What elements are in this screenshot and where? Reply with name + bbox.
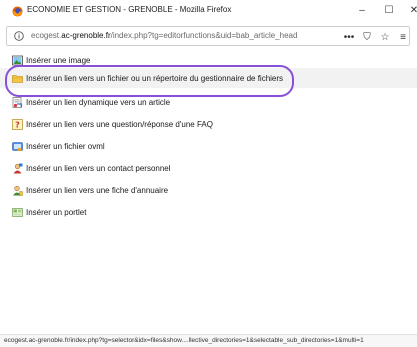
info-icon[interactable] bbox=[14, 31, 24, 41]
portlet-icon bbox=[12, 207, 23, 217]
address-field[interactable]: ecogest.ac-grenoble.fr/index.php?tg=edit… bbox=[6, 26, 410, 46]
article-link-icon bbox=[12, 96, 23, 108]
url-text[interactable]: ecogest.ac-grenoble.fr/index.php?tg=edit… bbox=[31, 31, 297, 40]
url-actions: ••• ⛉ ☆ ≡ bbox=[343, 30, 409, 44]
list-item-insert-contact-link[interactable]: Insérer un lien vers un contact personne… bbox=[0, 158, 417, 178]
url-domain: ac-grenoble.fr bbox=[61, 31, 111, 40]
maximize-button[interactable]: ☐ bbox=[382, 4, 396, 18]
title-bar: ECONOMIE ET GESTION - GRENOBLE - Mozilla… bbox=[0, 0, 417, 22]
status-bar: ecogest.ac-grenoble.fr/index.php?tg=sele… bbox=[0, 334, 417, 347]
list-item-label: Insérer un lien vers une fiche d'annuair… bbox=[26, 185, 169, 195]
menu-icon[interactable]: ≡ bbox=[397, 32, 409, 43]
folder-icon bbox=[12, 74, 23, 83]
page-actions-icon[interactable]: ••• bbox=[343, 32, 355, 43]
window-title: ECONOMIE ET GESTION - GRENOBLE - Mozilla… bbox=[27, 5, 232, 14]
list-item-label: Insérer une image bbox=[26, 55, 91, 65]
list-item-label: Insérer un fichier ovml bbox=[26, 141, 105, 151]
list-item-insert-portlet[interactable]: Insérer un portlet bbox=[0, 202, 417, 222]
url-prefix: ecogest. bbox=[31, 31, 62, 40]
url-bar: ecogest.ac-grenoble.fr/index.php?tg=edit… bbox=[0, 26, 417, 46]
close-button[interactable]: ✕ bbox=[407, 4, 417, 18]
firefox-icon bbox=[12, 6, 23, 17]
list-item-insert-article-link[interactable]: Insérer un lien dynamique vers un articl… bbox=[0, 92, 417, 112]
list-item-label: Insérer un lien dynamique vers un articl… bbox=[26, 97, 171, 107]
contact-icon bbox=[13, 163, 23, 173]
image-icon bbox=[12, 55, 23, 65]
editor-functions-list: Insérer une image Insérer un lien vers u… bbox=[0, 47, 417, 332]
list-item-insert-faq-link[interactable]: ? Insérer un lien vers une question/répo… bbox=[0, 114, 417, 134]
faq-icon: ? bbox=[12, 118, 23, 130]
pocket-icon[interactable]: ⛉ bbox=[361, 32, 373, 43]
status-link-preview: ecogest.ac-grenoble.fr/index.php?tg=sele… bbox=[4, 337, 364, 344]
list-item-label: Insérer un lien vers un contact personne… bbox=[26, 163, 171, 173]
list-item-insert-directory-link[interactable]: Insérer un lien vers une fiche d'annuair… bbox=[0, 180, 417, 200]
list-item-label: Insérer un portlet bbox=[26, 207, 87, 217]
list-item-label: Insérer un lien vers une question/répons… bbox=[26, 119, 213, 129]
minimize-button[interactable]: – bbox=[355, 4, 369, 18]
list-item-insert-file-link[interactable]: Insérer un lien vers un fichier ou un ré… bbox=[0, 68, 417, 88]
browser-window: ECONOMIE ET GESTION - GRENOBLE - Mozilla… bbox=[0, 0, 418, 347]
directory-icon bbox=[13, 185, 23, 196]
bookmark-star-icon[interactable]: ☆ bbox=[379, 32, 391, 43]
list-item-insert-image[interactable]: Insérer une image bbox=[0, 50, 417, 70]
list-item-insert-ovml-file[interactable]: Insérer un fichier ovml bbox=[0, 136, 417, 156]
svg-text:?: ? bbox=[15, 120, 20, 129]
ovml-icon bbox=[12, 141, 23, 151]
list-item-label: Insérer un lien vers un fichier ou un ré… bbox=[26, 73, 284, 83]
url-path: /index.php?tg=editorfunctions&uid=bab_ar… bbox=[110, 31, 298, 40]
